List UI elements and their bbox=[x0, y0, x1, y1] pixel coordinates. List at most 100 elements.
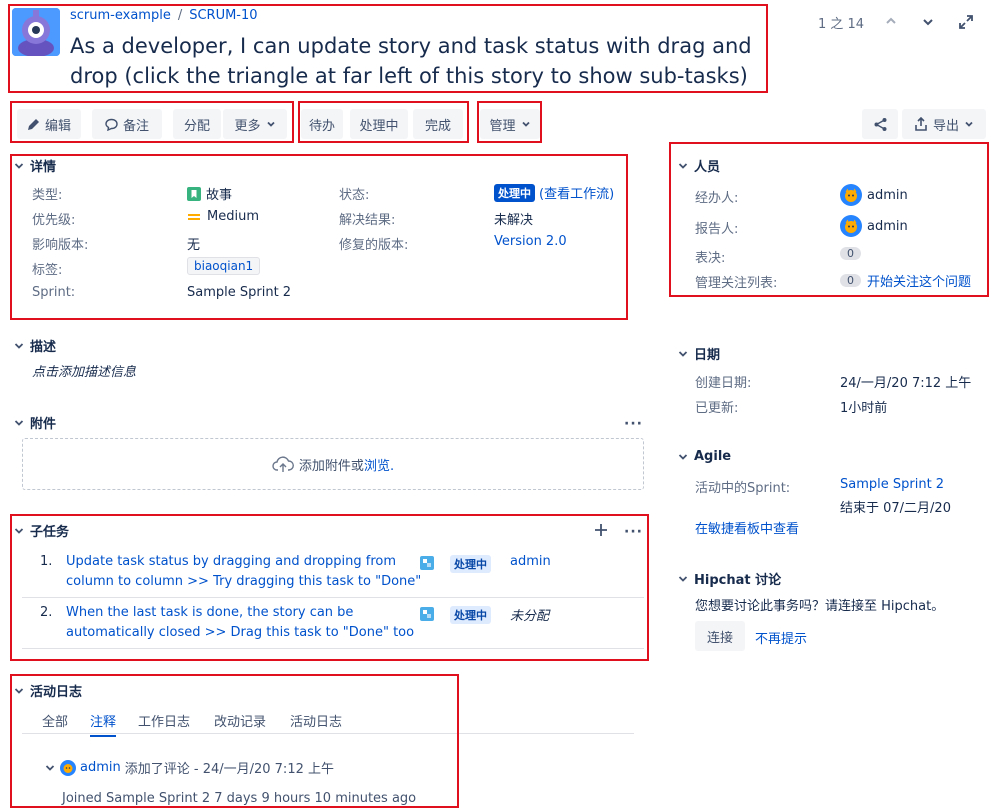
attachment-browse-link[interactable]: 浏览. bbox=[364, 455, 394, 474]
share-button[interactable] bbox=[862, 109, 898, 139]
reporter-label: 报告人: bbox=[695, 222, 739, 237]
subtasks-title: 子任务 bbox=[30, 525, 70, 540]
subtask-summary-line1[interactable]: Update task status by dragging and dropp… bbox=[66, 554, 396, 569]
attachments-title: 附件 bbox=[30, 417, 57, 432]
label-tag[interactable]: biaoqian1 bbox=[187, 257, 261, 275]
subtask-number: 1. bbox=[40, 554, 53, 569]
people-toggle[interactable]: 人员 bbox=[677, 156, 720, 175]
agile-toggle[interactable]: Agile bbox=[677, 449, 731, 464]
hipchat-title: Hipchat 讨论 bbox=[694, 573, 782, 588]
chevron-down-icon bbox=[14, 527, 24, 534]
tab-worklog[interactable]: 工作日志 bbox=[138, 711, 190, 730]
watchers-count[interactable]: 0 bbox=[840, 274, 861, 287]
expand-icon[interactable] bbox=[958, 14, 974, 30]
tab-all[interactable]: 全部 bbox=[42, 711, 68, 730]
status-lozenge: 处理中 bbox=[494, 183, 535, 202]
chevron-down-icon[interactable] bbox=[44, 762, 56, 774]
details-title: 详情 bbox=[30, 160, 57, 175]
priority-text: Medium bbox=[207, 209, 259, 224]
subtask-summary-line1[interactable]: When the last task is done, the story ca… bbox=[66, 605, 353, 620]
chevron-down-icon bbox=[266, 121, 275, 127]
subtask-status: 处理中 bbox=[450, 555, 491, 573]
avatar bbox=[840, 184, 862, 206]
issue-title[interactable]: As a developer, I can update story and t… bbox=[70, 31, 760, 91]
story-icon bbox=[187, 186, 201, 201]
avatar bbox=[60, 759, 76, 776]
dismiss-link[interactable]: 不再提示 bbox=[755, 628, 807, 647]
assignee-name: admin bbox=[867, 187, 908, 203]
labels-label: 标签: bbox=[32, 263, 63, 278]
view-workflow-link[interactable]: (查看工作流) bbox=[539, 183, 614, 202]
description-placeholder[interactable]: 点击添加描述信息 bbox=[32, 361, 136, 380]
details-toggle[interactable]: 详情 bbox=[13, 156, 56, 175]
status-label: 状态: bbox=[339, 188, 370, 203]
dates-toggle[interactable]: 日期 bbox=[677, 344, 720, 363]
tab-history[interactable]: 改动记录 bbox=[214, 711, 266, 730]
hipchat-toggle[interactable]: Hipchat 讨论 bbox=[677, 569, 781, 588]
sprint-end-date: 结束于 07/二月/20 bbox=[840, 501, 951, 516]
next-issue-icon[interactable] bbox=[921, 15, 935, 29]
attachment-dropzone[interactable]: 添加附件或 浏览. bbox=[22, 438, 644, 490]
comment-button[interactable]: 备注 bbox=[92, 109, 162, 139]
description-toggle[interactable]: 描述 bbox=[13, 336, 56, 355]
subtasks-toggle[interactable]: 子任务 bbox=[13, 521, 69, 540]
edit-label: 编辑 bbox=[44, 118, 71, 134]
watchers-label: 管理关注列表: bbox=[695, 276, 778, 291]
pager-text: 1 之 14 bbox=[818, 17, 865, 32]
chevron-down-icon bbox=[965, 121, 973, 127]
type-label: 类型: bbox=[32, 188, 63, 203]
active-sprint-link[interactable]: Sample Sprint 2 bbox=[840, 477, 944, 492]
tab-comments[interactable]: 注释 bbox=[90, 711, 117, 737]
breadcrumb-project[interactable]: scrum-example bbox=[70, 8, 171, 23]
subtask-row[interactable]: 1. Update task status by dragging and dr… bbox=[22, 548, 644, 598]
subtask-summary-line2[interactable]: automatically closed >> Drag this task t… bbox=[66, 625, 414, 640]
breadcrumb-issue-key[interactable]: SCRUM-10 bbox=[189, 8, 257, 23]
comment-label: 备注 bbox=[122, 118, 149, 134]
start-watching-link[interactable]: 开始关注这个问题 bbox=[867, 271, 971, 290]
tab-activity[interactable]: 活动日志 bbox=[290, 711, 342, 730]
avatar bbox=[840, 215, 862, 237]
attachments-toggle[interactable]: 附件 bbox=[13, 413, 56, 432]
updated-value: 1小时前 bbox=[840, 401, 888, 416]
dates-title: 日期 bbox=[694, 348, 721, 363]
resolution-value: 未解决 bbox=[494, 213, 534, 228]
subtask-assignee[interactable]: admin bbox=[510, 554, 551, 569]
fix-version-label: 修复的版本: bbox=[339, 238, 409, 253]
votes-count[interactable]: 0 bbox=[840, 247, 861, 260]
export-button[interactable]: 导出 bbox=[902, 109, 986, 139]
attachments-more-icon[interactable]: ··· bbox=[624, 416, 643, 432]
fix-version-link[interactable]: Version 2.0 bbox=[494, 234, 567, 249]
subtasks-more-icon[interactable]: ··· bbox=[624, 524, 643, 540]
in-progress-button[interactable]: 处理中 bbox=[350, 109, 408, 139]
subtask-icon bbox=[420, 607, 434, 621]
activity-toggle[interactable]: 活动日志 bbox=[13, 681, 82, 700]
todo-button[interactable]: 待办 bbox=[301, 109, 343, 139]
chevron-down-icon bbox=[678, 575, 688, 582]
more-label: 更多 bbox=[234, 118, 261, 134]
more-button[interactable]: 更多 bbox=[223, 109, 287, 139]
assignee-value[interactable]: admin bbox=[840, 184, 908, 206]
admin-button[interactable]: 管理 bbox=[480, 109, 540, 139]
previous-issue-icon[interactable] bbox=[884, 14, 898, 28]
reporter-value[interactable]: admin bbox=[840, 215, 908, 237]
chevron-down-icon bbox=[14, 419, 24, 426]
status-value: 处理中 (查看工作流) bbox=[494, 183, 614, 202]
assign-button[interactable]: 分配 bbox=[173, 109, 221, 139]
pencil-icon bbox=[27, 118, 39, 130]
done-button[interactable]: 完成 bbox=[413, 109, 463, 139]
created-value: 24/一月/20 7:12 上午 bbox=[840, 376, 972, 391]
subtask-row[interactable]: 2. When the last task is done, the story… bbox=[22, 599, 644, 649]
assignee-label: 经办人: bbox=[695, 191, 739, 206]
breadcrumb: scrum-example / SCRUM-10 bbox=[70, 8, 258, 23]
project-avatar[interactable] bbox=[12, 8, 60, 56]
subtask-summary-line2[interactable]: column to column >> Try dragging this ta… bbox=[66, 574, 421, 589]
comment-author[interactable]: admin bbox=[80, 760, 121, 775]
subtask-status: 处理中 bbox=[450, 606, 491, 624]
connect-button[interactable]: 连接 bbox=[695, 621, 745, 651]
edit-button[interactable]: 编辑 bbox=[17, 109, 81, 139]
export-label: 导出 bbox=[932, 118, 959, 134]
affects-version-label: 影响版本: bbox=[32, 238, 89, 253]
add-subtask-icon[interactable] bbox=[594, 523, 608, 537]
view-on-board-link[interactable]: 在敏捷看板中查看 bbox=[695, 518, 799, 537]
affects-version-value: 无 bbox=[187, 238, 201, 253]
